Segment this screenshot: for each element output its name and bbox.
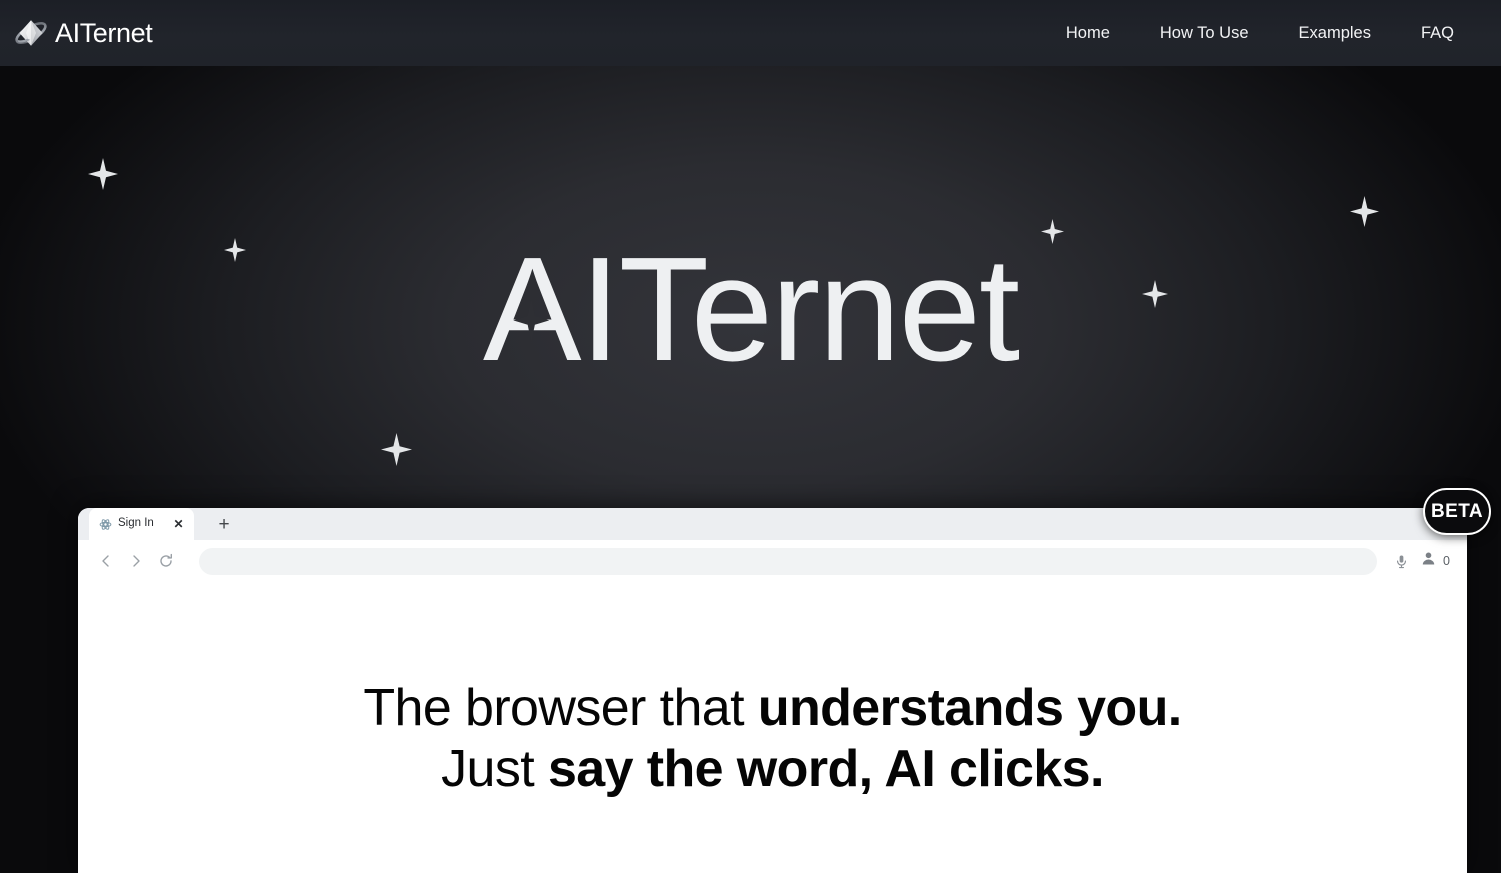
new-tab-button[interactable]: + bbox=[210, 510, 238, 538]
nav-link-examples[interactable]: Examples bbox=[1274, 17, 1396, 50]
sparkle-icon bbox=[1350, 196, 1379, 227]
nav-link-home[interactable]: Home bbox=[1041, 17, 1135, 50]
profile-button[interactable]: 0 bbox=[1419, 551, 1454, 571]
nav-link-faq[interactable]: FAQ bbox=[1396, 17, 1479, 50]
hero-wordmark-rest: ITernet bbox=[579, 227, 1020, 392]
mic-button[interactable] bbox=[1387, 547, 1415, 575]
hero-wordmark: AITernet bbox=[0, 236, 1501, 384]
chevron-left-icon bbox=[98, 553, 114, 569]
chevron-right-icon bbox=[128, 553, 144, 569]
beta-badge-label: BETA bbox=[1431, 501, 1483, 522]
headline-line-1-bold: understands you. bbox=[757, 679, 1182, 737]
reload-button[interactable] bbox=[152, 547, 180, 575]
browser-toolbar-actions: 0 bbox=[1387, 547, 1454, 575]
headline-line-2-normal: Just bbox=[441, 739, 548, 798]
person-icon bbox=[1421, 551, 1436, 571]
forward-button[interactable] bbox=[122, 547, 150, 575]
page-headline: The browser that understands you. Just s… bbox=[78, 678, 1467, 800]
reload-icon bbox=[158, 553, 174, 569]
browser-tab-sign-in[interactable]: Sign In ✕ bbox=[89, 508, 194, 540]
brand-logo[interactable]: AITernet bbox=[14, 0, 153, 66]
tab-close-icon[interactable]: ✕ bbox=[172, 518, 185, 531]
top-navigation-bar: AITernet Home How To Use Examples FAQ bbox=[0, 0, 1501, 66]
profile-count-label: 0 bbox=[1443, 553, 1450, 568]
page-root: AITernet Home How To Use Examples FAQ AI… bbox=[0, 0, 1501, 873]
headline-line-1-normal: The browser that bbox=[363, 679, 758, 737]
headline-line-2: Just say the word, AI clicks. bbox=[118, 739, 1427, 800]
headline-line-1: The browser that understands you. bbox=[118, 678, 1427, 739]
sparkle-icon bbox=[88, 158, 118, 190]
nav-link-how-to-use[interactable]: How To Use bbox=[1135, 17, 1274, 50]
microphone-icon bbox=[1394, 554, 1409, 569]
browser-mockup: Sign In ✕ + 0 The browser that understan… bbox=[78, 508, 1467, 873]
headline-line-2-bold: say the word, AI clicks. bbox=[547, 739, 1105, 798]
browser-tab-strip: Sign In ✕ + bbox=[78, 508, 1467, 540]
atom-gear-favicon-icon bbox=[99, 518, 112, 531]
beta-badge: BETA bbox=[1423, 488, 1491, 535]
browser-tab-title: Sign In bbox=[118, 517, 154, 530]
nav-links: Home How To Use Examples FAQ bbox=[1041, 17, 1479, 50]
diamond-planet-logo-icon bbox=[14, 16, 48, 50]
brand-name-text: AITernet bbox=[55, 17, 153, 48]
browser-page-content: The browser that understands you. Just s… bbox=[78, 582, 1467, 873]
address-bar[interactable] bbox=[199, 547, 1378, 575]
hero-wordmark-letter-a: A bbox=[483, 236, 582, 384]
back-button[interactable] bbox=[92, 547, 120, 575]
browser-toolbar: 0 bbox=[78, 540, 1467, 582]
sparkle-icon bbox=[381, 433, 412, 466]
